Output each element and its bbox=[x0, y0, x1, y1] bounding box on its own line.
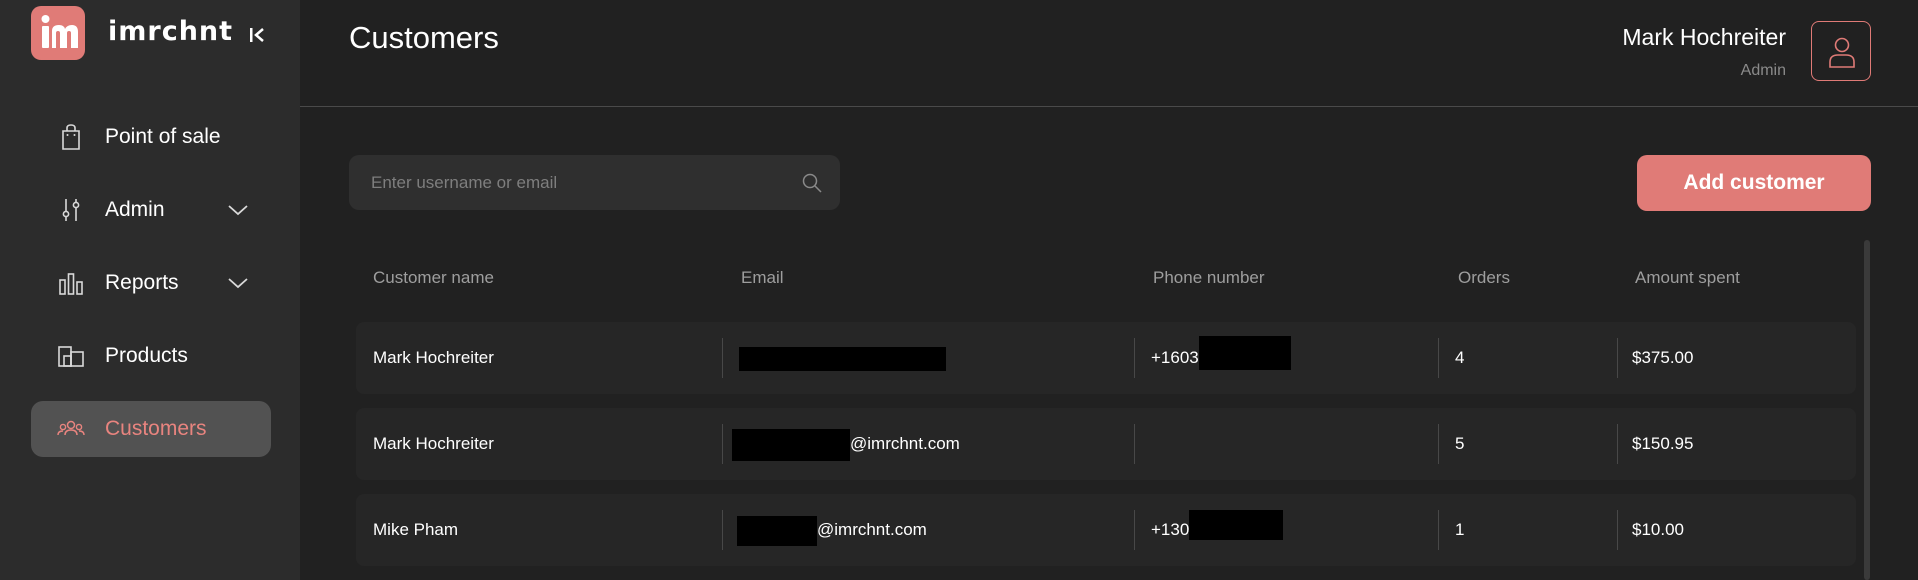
column-divider bbox=[1134, 424, 1135, 464]
customer-amount: $10.00 bbox=[1632, 520, 1684, 539]
column-divider bbox=[722, 338, 723, 378]
column-divider bbox=[1134, 338, 1135, 378]
column-divider bbox=[1438, 338, 1439, 378]
customer-orders: 1 bbox=[1455, 520, 1465, 539]
sidebar-item-label: Point of sale bbox=[105, 125, 221, 148]
customer-name: Mark Hochreiter bbox=[373, 434, 494, 453]
sliders-icon bbox=[62, 199, 80, 221]
customer-name: Mike Pham bbox=[373, 520, 459, 539]
sidebar-item-products[interactable]: Products bbox=[31, 328, 271, 384]
search-box bbox=[349, 155, 840, 210]
customer-email bbox=[739, 322, 946, 394]
user-name: Mark Hochreiter bbox=[1622, 24, 1786, 50]
customer-orders: 4 bbox=[1455, 348, 1465, 367]
column-header-email[interactable]: Email bbox=[741, 268, 784, 288]
column-divider bbox=[1134, 510, 1135, 550]
sidebar-item-label: Admin bbox=[105, 198, 165, 221]
customer-orders: 5 bbox=[1455, 434, 1465, 453]
header-divider bbox=[300, 106, 1918, 107]
search-icon[interactable] bbox=[801, 172, 823, 194]
brand-name: imrchnt bbox=[108, 16, 234, 47]
customer-amount: $150.95 bbox=[1632, 434, 1694, 453]
column-divider bbox=[722, 510, 723, 550]
column-header-phone-number[interactable]: Phone number bbox=[1153, 268, 1265, 288]
collapse-sidebar-icon[interactable] bbox=[248, 26, 266, 44]
phone-text: +1603 bbox=[1151, 348, 1199, 367]
customer-phone: +1603 bbox=[1151, 322, 1291, 394]
customer-email: @imrchnt.com bbox=[732, 408, 960, 480]
user-role: Admin bbox=[1740, 62, 1786, 79]
sidebar-item-customers[interactable]: Customers bbox=[31, 401, 271, 457]
table-scrollbar[interactable] bbox=[1864, 240, 1870, 580]
table-row[interactable]: Mark Hochreiter @imrchnt.com 5 $150.95 bbox=[356, 408, 1856, 480]
column-header-orders[interactable]: Orders bbox=[1458, 268, 1510, 288]
column-header-amount-spent[interactable]: Amount spent bbox=[1635, 268, 1740, 288]
email-text: @imrchnt.com bbox=[817, 520, 927, 539]
customer-amount: $375.00 bbox=[1632, 348, 1694, 367]
customer-phone: +130 bbox=[1151, 494, 1284, 566]
boxes-icon bbox=[58, 346, 84, 367]
page-title: Customers bbox=[349, 20, 499, 55]
chevron-down-icon[interactable] bbox=[227, 273, 249, 293]
column-divider bbox=[722, 424, 723, 464]
redacted-phone bbox=[1189, 509, 1284, 540]
chevron-down-icon[interactable] bbox=[227, 200, 249, 220]
customer-name: Mark Hochreiter bbox=[373, 348, 494, 367]
shopping-bag-icon bbox=[62, 124, 80, 150]
search-input[interactable] bbox=[371, 155, 791, 210]
column-header-customer-name[interactable]: Customer name bbox=[373, 268, 494, 288]
sidebar-item-reports[interactable]: Reports bbox=[31, 255, 271, 311]
column-divider bbox=[1438, 424, 1439, 464]
email-text: @imrchnt.com bbox=[850, 434, 960, 453]
redacted-phone bbox=[1198, 335, 1291, 370]
phone-text: +130 bbox=[1151, 520, 1190, 539]
add-customer-button[interactable]: Add customer bbox=[1637, 155, 1871, 211]
column-divider bbox=[1617, 424, 1618, 464]
redacted-email bbox=[732, 428, 850, 461]
brand-logo[interactable] bbox=[31, 6, 85, 60]
avatar-button[interactable] bbox=[1811, 21, 1871, 81]
sidebar-item-label: Products bbox=[105, 344, 188, 367]
table-row[interactable]: Mike Pham @imrchnt.com +130 1 $10.00 bbox=[356, 494, 1856, 566]
redacted-email bbox=[739, 346, 946, 371]
sidebar-item-label: Reports bbox=[105, 271, 179, 294]
sidebar-item-label: Customers bbox=[105, 417, 207, 440]
table-row[interactable]: Mark Hochreiter +1603 4 $375.00 bbox=[356, 322, 1856, 394]
user-icon bbox=[1829, 37, 1855, 68]
column-divider bbox=[1438, 510, 1439, 550]
column-divider bbox=[1617, 338, 1618, 378]
redacted-email bbox=[737, 515, 817, 546]
users-icon bbox=[57, 420, 85, 436]
sidebar: imrchnt Point of sale Admin Reports Prod… bbox=[0, 0, 300, 580]
customer-email: @imrchnt.com bbox=[737, 494, 927, 566]
sidebar-item-admin[interactable]: Admin bbox=[31, 182, 271, 238]
column-divider bbox=[1617, 510, 1618, 550]
sidebar-item-point-of-sale[interactable]: Point of sale bbox=[31, 109, 271, 165]
bar-chart-icon bbox=[59, 273, 83, 295]
